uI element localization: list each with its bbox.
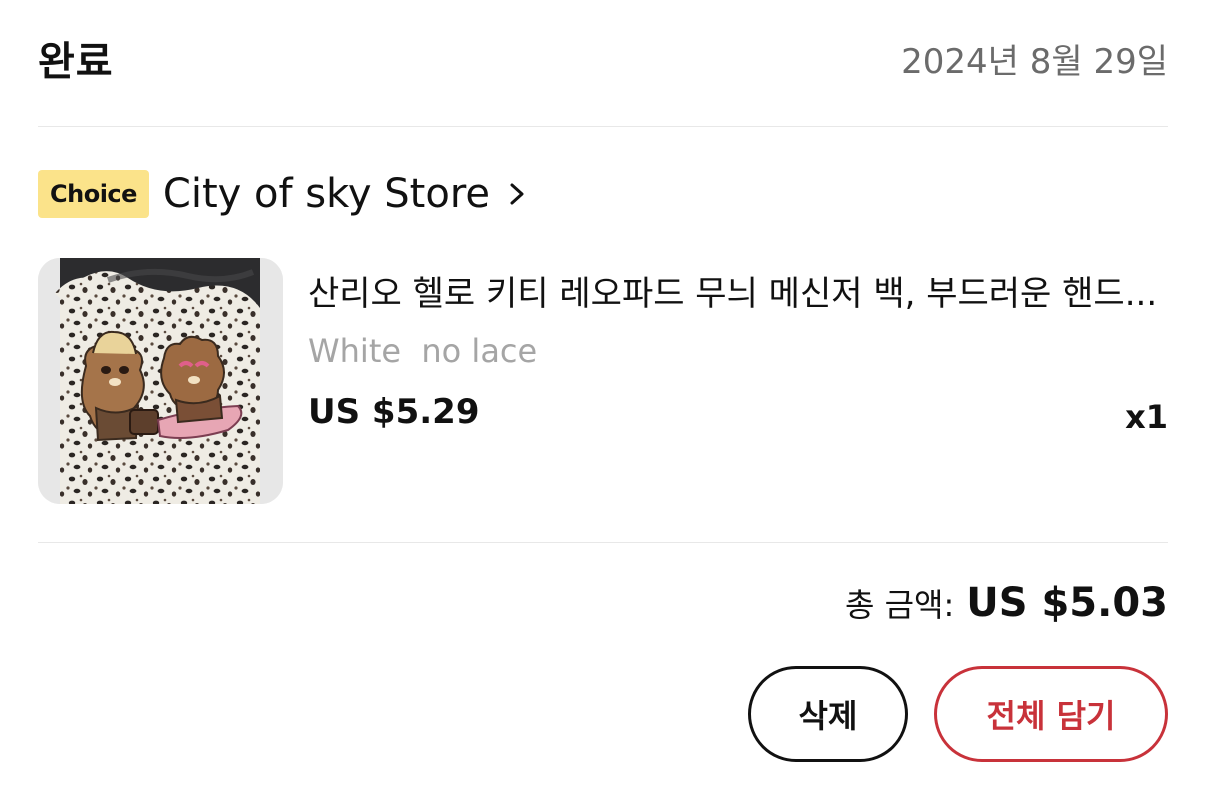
store-row: Choice City of sky Store [38, 166, 528, 222]
store-name[interactable]: City of sky Store [163, 171, 490, 217]
total-value: US $5.03 [966, 580, 1168, 626]
order-card: 완료 2024년 8월 29일 Choice City of sky Store [0, 0, 1206, 801]
choice-badge: Choice [38, 170, 149, 218]
total-label: 총 금액: [844, 586, 955, 624]
divider [38, 542, 1168, 543]
divider [38, 126, 1168, 127]
product-price: US $5.29 [308, 392, 480, 432]
chevron-right-icon [506, 179, 528, 209]
delete-button[interactable]: 삭제 [748, 666, 908, 762]
product-variant: White no lace [308, 332, 538, 370]
product-quantity: x1 [1125, 398, 1168, 436]
order-actions: 삭제 전체 담기 [748, 666, 1168, 762]
product-image[interactable] [38, 258, 283, 504]
store-link[interactable]: City of sky Store [163, 171, 528, 217]
order-status: 완료 [38, 39, 114, 85]
add-all-to-cart-button[interactable]: 전체 담기 [934, 666, 1168, 762]
total-row: 총 금액: US $5.03 [845, 580, 1168, 626]
order-header: 완료 2024년 8월 29일 [38, 30, 1168, 86]
product-title[interactable]: 산리오 헬로 키티 레오파드 무늬 메신저 백, 부드러운 핸드... [308, 266, 1168, 315]
order-date: 2024년 8월 29일 [901, 41, 1168, 82]
